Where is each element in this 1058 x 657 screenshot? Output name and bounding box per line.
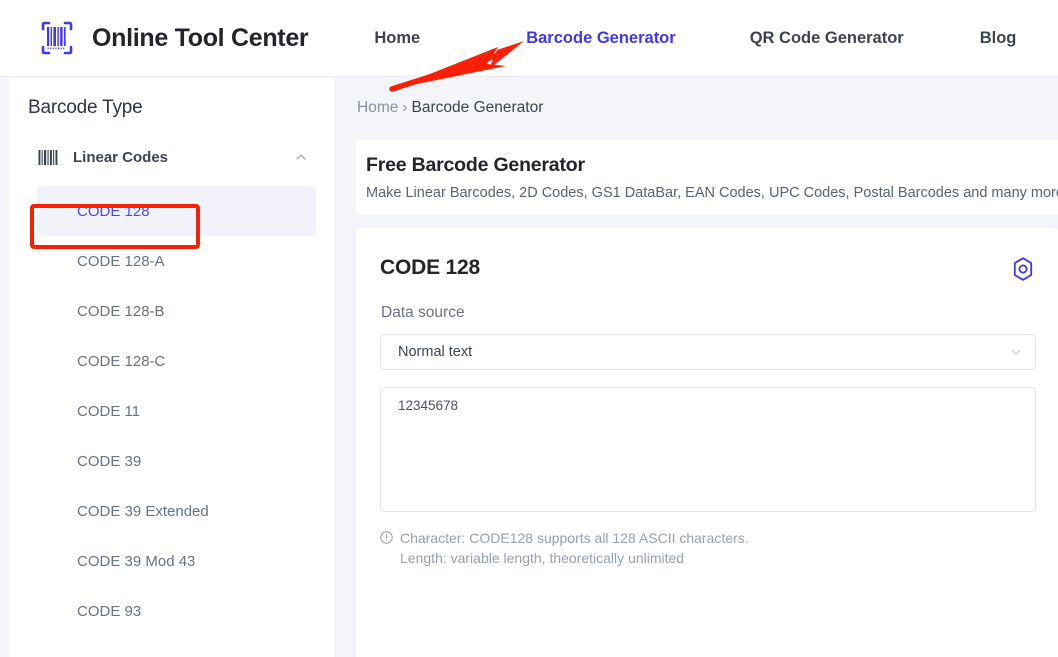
data-source-label: Data source	[381, 304, 465, 321]
sidebar-item-code-128[interactable]: CODE 128	[37, 186, 316, 236]
sidebar-item-code-128-a[interactable]: CODE 128-A	[37, 236, 316, 286]
sidebar-group-label: Linear Codes	[73, 148, 169, 166]
sidebar-item-code-39-mod-43[interactable]: CODE 39 Mod 43	[37, 536, 316, 586]
hex-settings-icon[interactable]	[1010, 256, 1036, 282]
page-subtitle: Make Linear Barcodes, 2D Codes, GS1 Data…	[366, 185, 1058, 201]
page-title: Free Barcode Generator	[366, 154, 585, 176]
barcode-icon	[38, 149, 58, 165]
hint-line-character: Character: CODE128 supports all 128 ASCI…	[400, 530, 749, 546]
input-hint: Character: CODE128 supports all 128 ASCI…	[380, 528, 1036, 568]
sidebar-item-code-93[interactable]: CODE 93	[37, 586, 316, 636]
sidebar-item-code-11[interactable]: CODE 11	[37, 386, 316, 436]
nav-item-blog[interactable]: Blog	[980, 29, 1017, 48]
generator-card: CODE 128 Data source Normal text 1234567…	[356, 228, 1058, 657]
sidebar-item-code-39[interactable]: CODE 39	[37, 436, 316, 486]
data-source-select[interactable]: Normal text	[380, 334, 1036, 370]
card-header: CODE 128	[356, 228, 1058, 282]
sidebar: Barcode Type Linear Codes CODE 128 CODE …	[9, 78, 336, 657]
nav-item-qr-code-generator[interactable]: QR Code Generator	[750, 29, 904, 48]
breadcrumb-separator: ›	[402, 99, 408, 116]
chevron-up-icon[interactable]	[294, 150, 308, 164]
sidebar-item-code-39-extended[interactable]: CODE 39 Extended	[37, 486, 316, 536]
chevron-down-icon[interactable]	[1009, 345, 1023, 359]
breadcrumb: Home › Barcode Generator	[357, 99, 1058, 117]
sidebar-group-linear-codes[interactable]: Linear Codes	[28, 144, 316, 170]
hint-line-length: Length: variable length, theoretically u…	[400, 550, 685, 566]
breadcrumb-current: Barcode Generator	[411, 99, 544, 116]
barcode-scan-icon	[41, 21, 73, 55]
breadcrumb-home[interactable]: Home	[357, 99, 398, 117]
intro-panel: Free Barcode Generator Make Linear Barco…	[356, 140, 1058, 215]
content-area: Home › Barcode Generator Free Barcode Ge…	[336, 78, 1058, 657]
sidebar-item-code-128-b[interactable]: CODE 128-B	[37, 286, 316, 336]
data-source-value: Normal text	[398, 344, 473, 360]
brand-logo[interactable]: Online Tool Center	[34, 18, 309, 58]
info-circle-icon	[380, 531, 393, 544]
brand-name: Online Tool Center	[92, 23, 309, 52]
barcode-data-input[interactable]: 12345678	[380, 387, 1036, 512]
barcode-type-list: CODE 128 CODE 128-A CODE 128-B CODE 128-…	[9, 186, 335, 636]
top-header: Online Tool Center Home Barcode Generato…	[0, 0, 1058, 77]
card-title: CODE 128	[380, 256, 480, 279]
nav-item-home[interactable]: Home	[374, 29, 420, 48]
sidebar-title: Barcode Type	[28, 97, 143, 118]
sidebar-item-code-128-c[interactable]: CODE 128-C	[37, 336, 316, 386]
nav-item-barcode-generator[interactable]: Barcode Generator	[526, 29, 675, 48]
hint-text: Character: CODE128 supports all 128 ASCI…	[400, 528, 749, 568]
main-navigation: Home Barcode Generator QR Code Generator…	[374, 29, 1016, 48]
